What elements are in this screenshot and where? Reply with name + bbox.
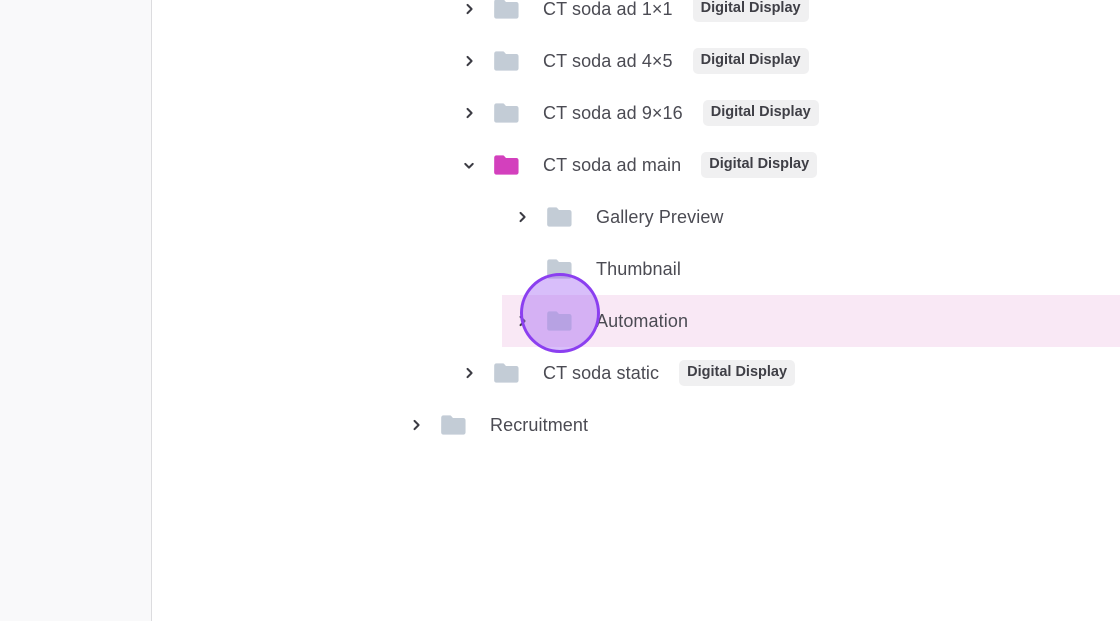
folder-icon	[491, 46, 521, 76]
tree-row-label: Gallery Preview	[596, 206, 724, 227]
tree-row-label: Recruitment	[490, 414, 589, 435]
chevron-right-icon[interactable]	[511, 310, 533, 332]
folder-icon	[544, 254, 574, 284]
folder-icon	[544, 202, 574, 232]
status-badge: Digital Display	[679, 360, 796, 386]
chevron-right-icon[interactable]	[458, 50, 480, 72]
tree-row[interactable]: CT soda static Digital Display	[0, 347, 1120, 399]
tree-row[interactable]: CT soda ad 1×1 Digital Display	[0, 0, 1120, 35]
folder-icon	[438, 410, 468, 440]
tree-row-label: CT soda ad 1×1	[543, 0, 673, 19]
folder-icon	[544, 306, 574, 336]
status-badge: Digital Display	[702, 100, 819, 126]
folder-icon	[491, 98, 521, 128]
tree-row[interactable]: CT soda ad main Digital Display	[0, 139, 1120, 191]
tree-row-content: Recruitment	[405, 399, 588, 451]
tree-row[interactable]: CT soda ad 9×16 Digital Display	[0, 87, 1120, 139]
chevron-right-icon[interactable]	[458, 102, 480, 124]
chevron-down-icon[interactable]	[458, 154, 480, 176]
tree-row-label: CT soda ad 4×5	[543, 50, 673, 71]
tree-row-content: Thumbnail	[511, 243, 681, 295]
tree-row[interactable]: Thumbnail	[0, 243, 1120, 295]
tree-row[interactable]: Gallery Preview	[0, 191, 1120, 243]
tree-row-label: CT soda ad 9×16	[543, 102, 683, 123]
folder-icon	[491, 150, 521, 180]
chevron-right-icon[interactable]	[511, 206, 533, 228]
tree-row-content: CT soda ad 4×5 Digital Display	[458, 35, 809, 87]
status-badge: Digital Display	[692, 0, 809, 22]
tree-row-label: CT soda static	[543, 362, 660, 383]
status-badge: Digital Display	[701, 152, 818, 178]
folder-icon	[491, 0, 521, 24]
folder-icon	[491, 358, 521, 388]
tree-row-content: CT soda ad 9×16 Digital Display	[458, 87, 819, 139]
chevron-right-icon[interactable]	[458, 0, 480, 20]
tree-row[interactable]: Recruitment	[0, 399, 1120, 451]
tree-row-content: Automation	[511, 295, 688, 347]
tree-row[interactable]: CT soda ad 4×5 Digital Display	[0, 35, 1120, 87]
tree-row-label: CT soda ad main	[543, 154, 682, 175]
tree-row-content: CT soda ad main Digital Display	[458, 139, 818, 191]
chevron-right-icon[interactable]	[458, 362, 480, 384]
tree-row-content: Gallery Preview	[511, 191, 724, 243]
folder-tree: CT soda ad 1×1 Digital Display CT soda ad …	[0, 0, 1120, 626]
tree-row-content: CT soda ad 1×1 Digital Display	[458, 0, 809, 35]
tree-row-content: CT soda static Digital Display	[458, 347, 796, 399]
tree-row-label: Automation	[596, 310, 689, 331]
tree-row[interactable]: Automation	[0, 295, 1120, 347]
app-window: CT soda ad 1×1 Digital Display CT soda ad …	[0, 0, 1120, 626]
status-badge: Digital Display	[692, 48, 809, 74]
chevron-right-icon[interactable]	[405, 414, 427, 436]
tree-row-label: Thumbnail	[596, 258, 681, 279]
